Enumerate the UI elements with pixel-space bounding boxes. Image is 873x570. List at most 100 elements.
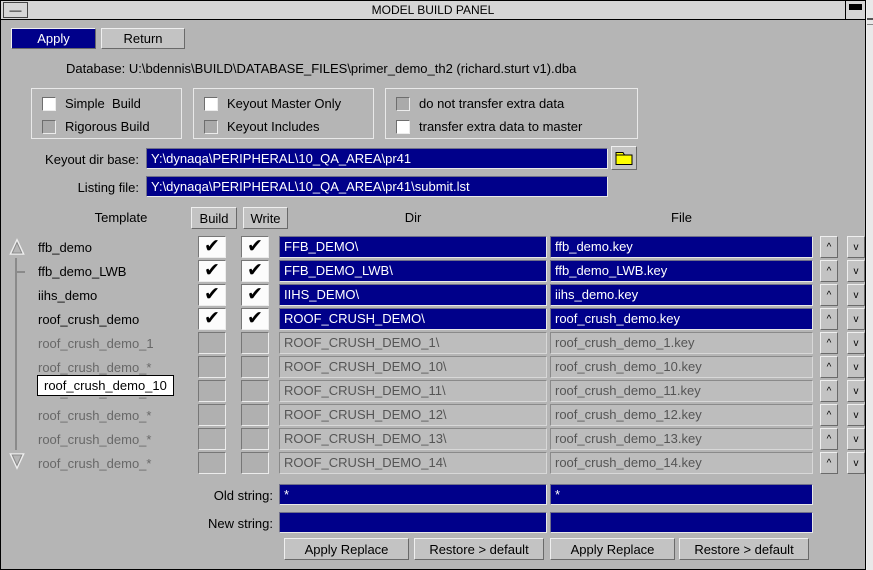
restore-default-dir-button[interactable]: Restore > default (414, 538, 544, 560)
file-field[interactable]: iihs_demo.key (550, 284, 813, 306)
title-bar[interactable]: — MODEL BUILD PANEL (1, 1, 865, 20)
move-down-button[interactable]: v (847, 236, 865, 258)
keyout-dir-input[interactable]: Y:\dynaqa\PERIPHERAL\10_QA_AREA\pr41 (146, 148, 608, 169)
move-down-button[interactable]: v (847, 452, 865, 474)
write-checkbox[interactable]: ✔ (241, 236, 269, 258)
file-field[interactable]: roof_crush_demo_12.key (550, 404, 813, 426)
move-up-button[interactable]: ^ (820, 260, 838, 282)
move-down-button[interactable]: v (847, 380, 865, 402)
move-up-button[interactable]: ^ (820, 284, 838, 306)
build-checkbox[interactable]: ✔ (198, 308, 226, 330)
move-down-button[interactable]: v (847, 284, 865, 306)
dir-field[interactable]: ROOF_CRUSH_DEMO\ (279, 308, 547, 330)
build-checkbox[interactable]: ✔ (198, 356, 226, 378)
template-label[interactable]: ffb_demo (1, 236, 198, 258)
move-up-button[interactable]: ^ (820, 452, 838, 474)
dir-field[interactable]: IIHS_DEMO\ (279, 284, 547, 306)
apply-replace-file-button[interactable]: Apply Replace (550, 538, 675, 560)
option-simple-build[interactable]: Simple Build (42, 96, 141, 111)
move-up-button[interactable]: ^ (820, 428, 838, 450)
write-checkbox[interactable]: ✔ (241, 452, 269, 474)
move-down-button[interactable]: v (847, 404, 865, 426)
dir-field[interactable]: ROOF_CRUSH_DEMO_1\ (279, 332, 547, 354)
build-checkbox[interactable]: ✔ (198, 404, 226, 426)
checkbox-icon[interactable] (396, 120, 410, 134)
apply-button[interactable]: Apply (11, 28, 96, 49)
write-checkbox[interactable]: ✔ (241, 308, 269, 330)
move-up-button[interactable]: ^ (820, 332, 838, 354)
option-no-transfer-extra[interactable]: do not transfer extra data (396, 96, 564, 111)
return-button[interactable]: Return (101, 28, 185, 49)
move-up-button[interactable]: ^ (820, 380, 838, 402)
dir-field[interactable]: ROOF_CRUSH_DEMO_12\ (279, 404, 547, 426)
checkbox-icon[interactable] (204, 97, 218, 111)
checkbox-icon[interactable] (42, 97, 56, 111)
dir-field[interactable]: ROOF_CRUSH_DEMO_14\ (279, 452, 547, 474)
model-build-panel-window: — MODEL BUILD PANEL Apply Return Databas… (0, 0, 866, 570)
background-window-edge (867, 0, 873, 570)
checkbox-icon[interactable] (42, 120, 56, 134)
template-label[interactable]: iihs_demo (1, 284, 198, 306)
new-string-dir-input[interactable] (279, 512, 547, 533)
check-icon: ✔ (247, 238, 263, 256)
build-checkbox[interactable]: ✔ (198, 332, 226, 354)
file-field[interactable]: ffb_demo.key (550, 236, 813, 258)
new-string-file-input[interactable] (550, 512, 813, 533)
option-keyout-includes[interactable]: Keyout Includes (204, 119, 320, 134)
template-label[interactable]: roof_crush_demo (1, 308, 198, 330)
build-checkbox[interactable]: ✔ (198, 380, 226, 402)
old-string-dir-input[interactable]: * (279, 484, 547, 505)
build-checkbox[interactable]: ✔ (198, 428, 226, 450)
move-down-button[interactable]: v (847, 332, 865, 354)
write-checkbox[interactable]: ✔ (241, 380, 269, 402)
browse-folder-button[interactable] (611, 146, 637, 170)
build-checkbox[interactable]: ✔ (198, 236, 226, 258)
write-checkbox[interactable]: ✔ (241, 284, 269, 306)
move-down-button[interactable]: v (847, 260, 865, 282)
template-label[interactable]: roof_crush_demo_* (1, 452, 198, 474)
write-checkbox[interactable]: ✔ (241, 260, 269, 282)
old-string-label: Old string: (161, 488, 273, 503)
apply-replace-dir-button[interactable]: Apply Replace (284, 538, 409, 560)
write-checkbox[interactable]: ✔ (241, 428, 269, 450)
template-label[interactable]: ffb_demo_LWB (1, 260, 198, 282)
old-string-file-input[interactable]: * (550, 484, 813, 505)
move-down-button[interactable]: v (847, 308, 865, 330)
build-checkbox[interactable]: ✔ (198, 260, 226, 282)
move-up-button[interactable]: ^ (820, 404, 838, 426)
move-down-button[interactable]: v (847, 428, 865, 450)
write-checkbox[interactable]: ✔ (241, 356, 269, 378)
dir-field[interactable]: FFB_DEMO\ (279, 236, 547, 258)
template-label[interactable]: roof_crush_demo_* (1, 404, 198, 426)
move-up-button[interactable]: ^ (820, 308, 838, 330)
write-checkbox[interactable]: ✔ (241, 404, 269, 426)
restore-default-file-button[interactable]: Restore > default (679, 538, 809, 560)
listing-file-input[interactable]: Y:\dynaqa\PERIPHERAL\10_QA_AREA\pr41\sub… (146, 176, 608, 197)
dir-field[interactable]: FFB_DEMO_LWB\ (279, 260, 547, 282)
file-field[interactable]: roof_crush_demo_13.key (550, 428, 813, 450)
template-label[interactable]: roof_crush_demo_* (1, 428, 198, 450)
file-field[interactable]: roof_crush_demo.key (550, 308, 813, 330)
dir-field[interactable]: ROOF_CRUSH_DEMO_11\ (279, 380, 547, 402)
build-checkbox[interactable]: ✔ (198, 452, 226, 474)
checkbox-icon[interactable] (396, 97, 410, 111)
checkbox-icon[interactable] (204, 120, 218, 134)
move-up-button[interactable]: ^ (820, 236, 838, 258)
build-checkbox[interactable]: ✔ (198, 284, 226, 306)
write-checkbox[interactable]: ✔ (241, 332, 269, 354)
file-field[interactable]: roof_crush_demo_14.key (550, 452, 813, 474)
move-down-button[interactable]: v (847, 356, 865, 378)
file-field[interactable]: roof_crush_demo_10.key (550, 356, 813, 378)
move-up-button[interactable]: ^ (820, 356, 838, 378)
dir-field[interactable]: ROOF_CRUSH_DEMO_13\ (279, 428, 547, 450)
file-field[interactable]: roof_crush_demo_11.key (550, 380, 813, 402)
option-rigorous-build[interactable]: Rigorous Build (42, 119, 150, 134)
window-maximize-button[interactable] (845, 1, 865, 19)
file-field[interactable]: ffb_demo_LWB.key (550, 260, 813, 282)
option-transfer-to-master[interactable]: transfer extra data to master (396, 119, 582, 134)
dir-field[interactable]: ROOF_CRUSH_DEMO_10\ (279, 356, 547, 378)
file-field[interactable]: roof_crush_demo_1.key (550, 332, 813, 354)
template-label[interactable]: roof_crush_demo_1 (1, 332, 198, 354)
build-header-button[interactable]: Build (191, 207, 237, 229)
option-keyout-master-only[interactable]: Keyout Master Only (204, 96, 341, 111)
